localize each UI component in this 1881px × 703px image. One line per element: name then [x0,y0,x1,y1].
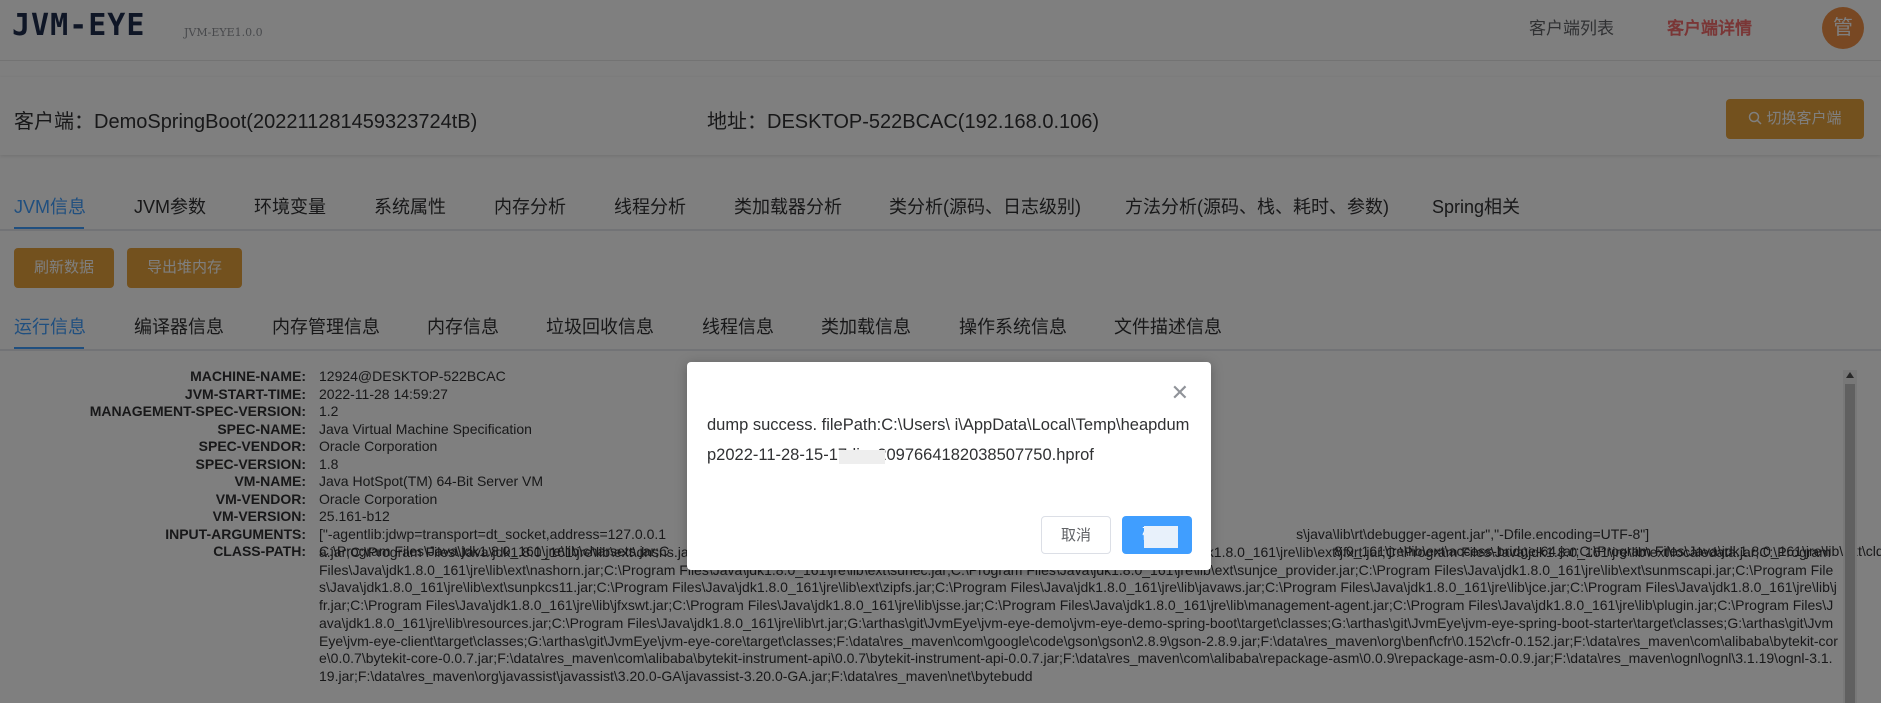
dump-result-dialog: ✕ dump success. filePath:C:\Users\ i\App… [687,362,1211,570]
cancel-button[interactable]: 取消 [1041,516,1111,554]
close-icon[interactable]: ✕ [1171,382,1189,404]
redaction-block [839,450,885,464]
modal-overlay[interactable] [0,0,1881,703]
confirm-button[interactable]: 确定 [1122,516,1192,554]
dialog-message: dump success. filePath:C:\Users\ i\AppDa… [707,416,1190,464]
redaction-block [1144,526,1178,548]
